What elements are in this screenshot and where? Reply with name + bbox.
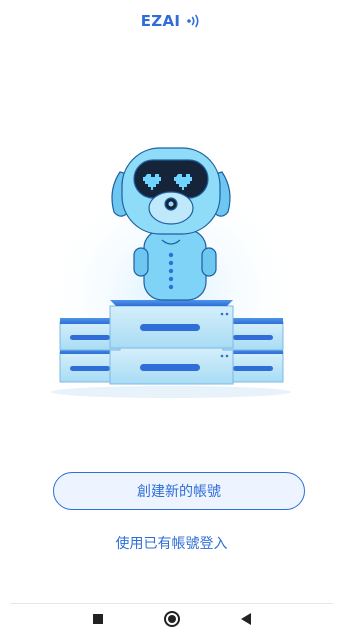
- square-icon[interactable]: [89, 610, 107, 628]
- triangle-back-icon[interactable]: [237, 610, 255, 628]
- server-stack-top: [109, 300, 234, 349]
- app-header: EZAI: [0, 12, 343, 30]
- signal-waves-icon: [186, 14, 202, 28]
- server-stack-lower: [59, 347, 284, 385]
- system-nav-bar: [0, 604, 343, 633]
- create-account-button[interactable]: 創建新的帳號: [53, 472, 305, 510]
- login-existing-account-link[interactable]: 使用已有帳號登入: [0, 533, 343, 553]
- robot-illustration: [40, 130, 303, 400]
- circle-icon[interactable]: [163, 610, 181, 628]
- brand-title: EZAI: [140, 12, 181, 30]
